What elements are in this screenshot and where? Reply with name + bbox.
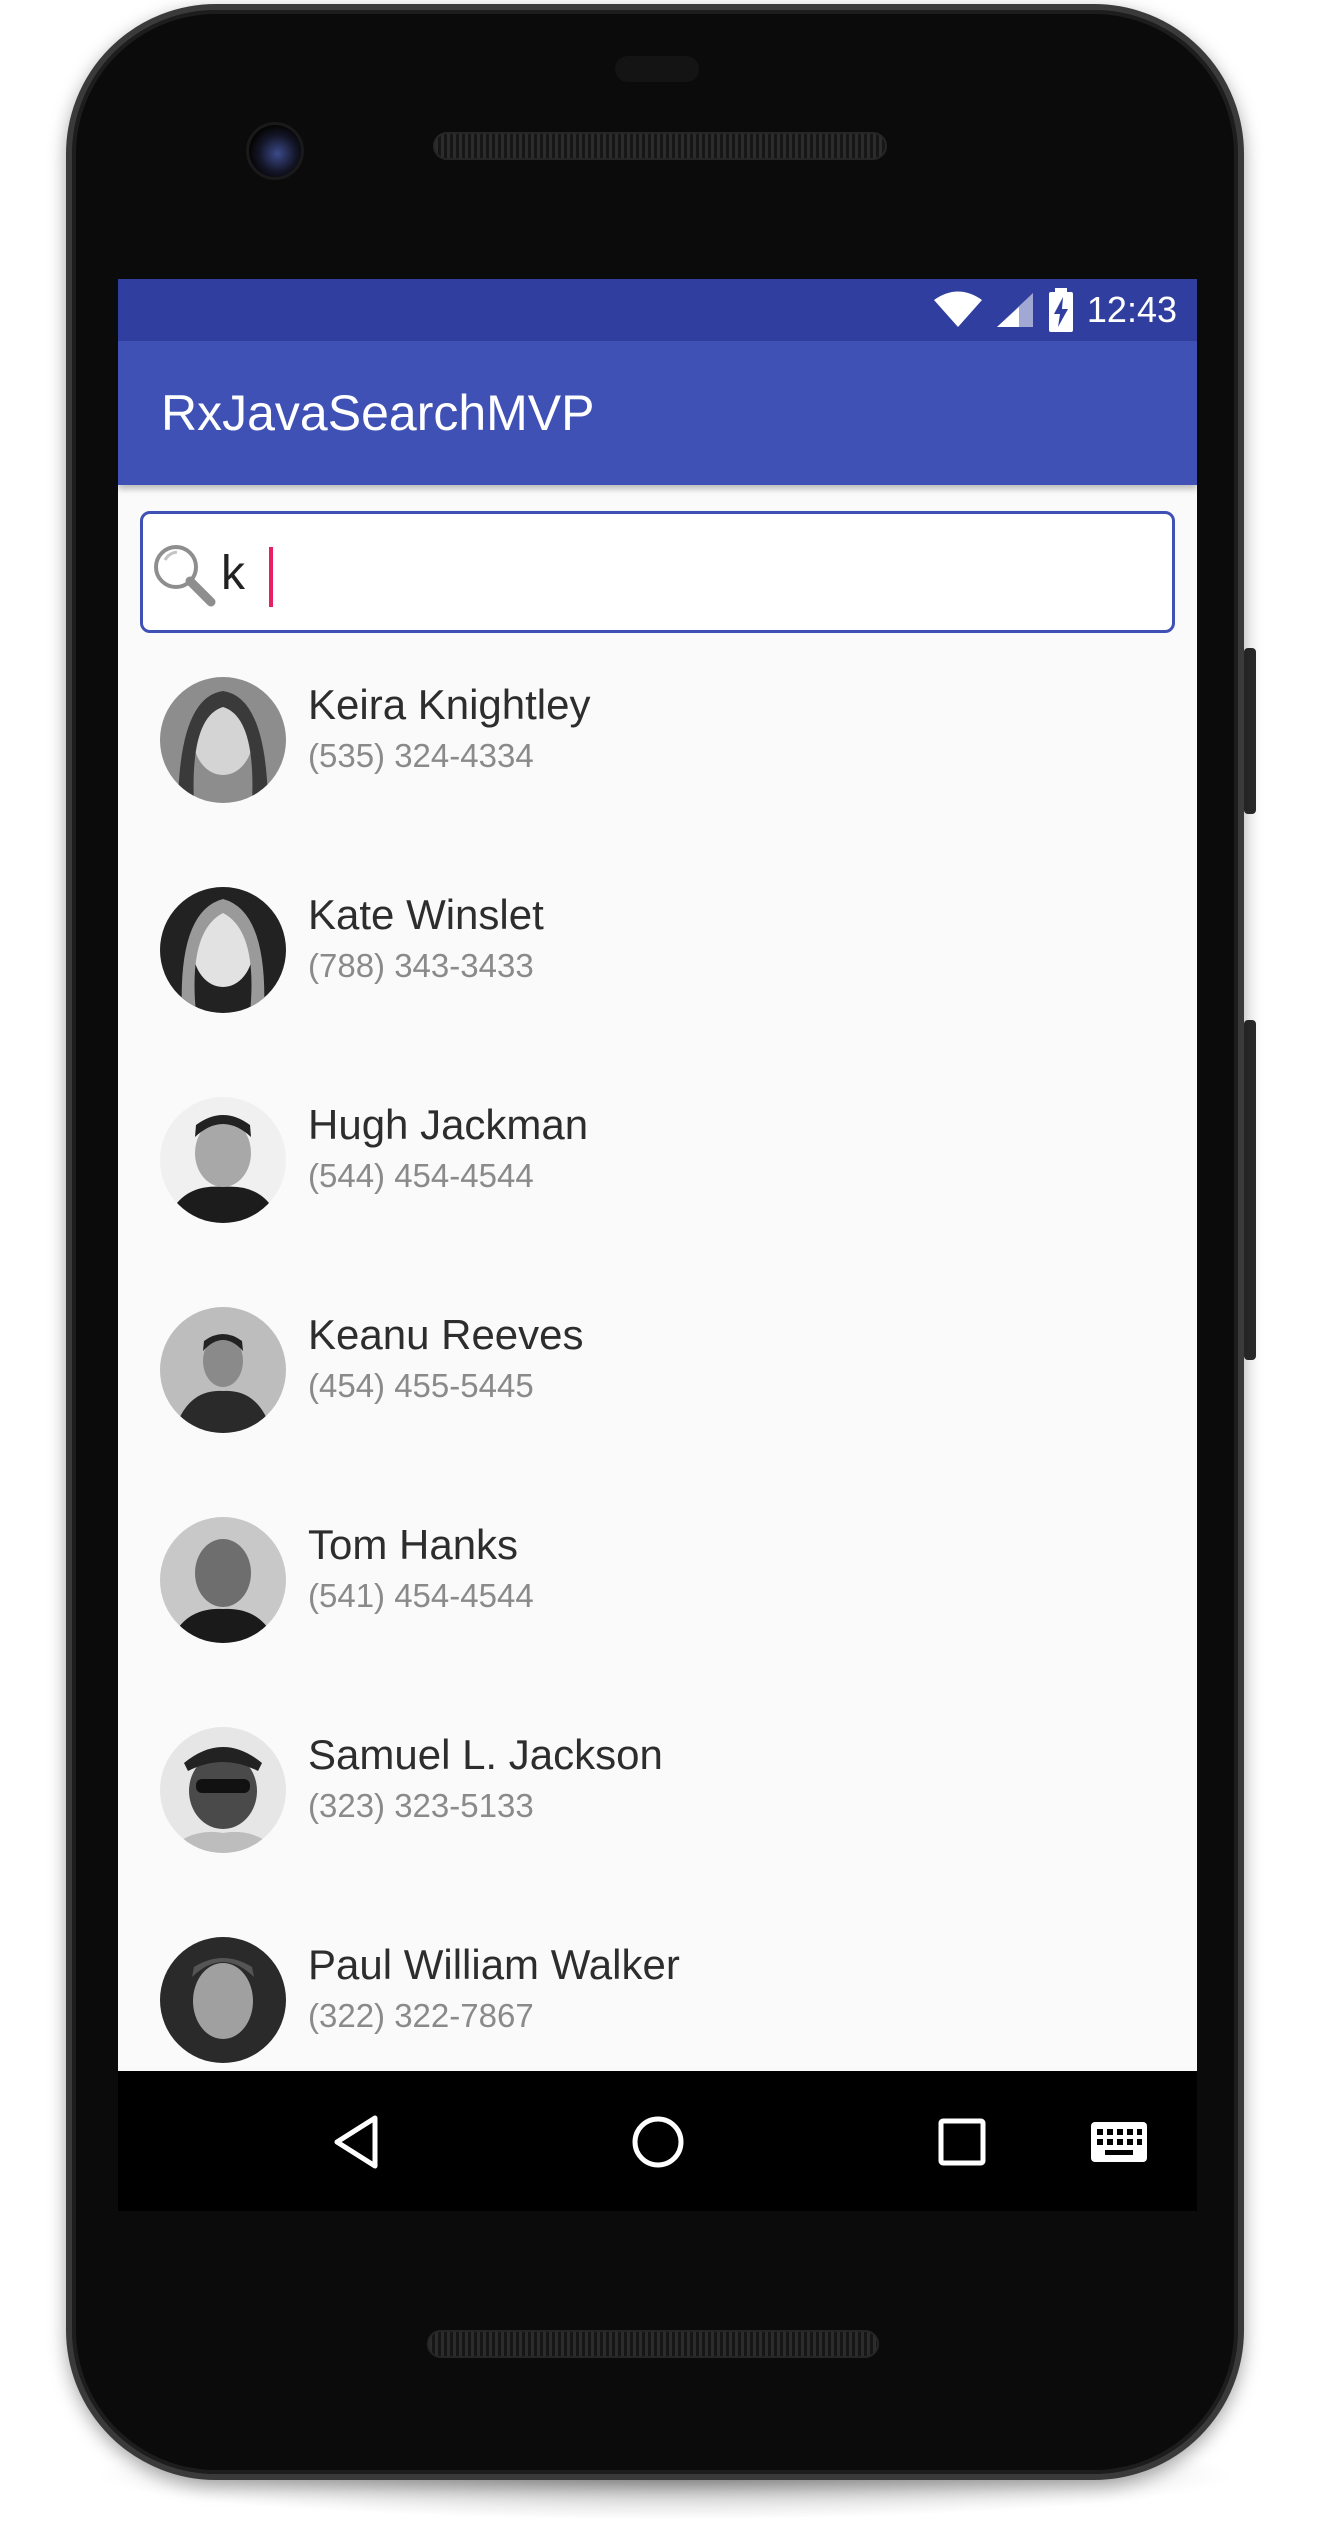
- avatar: [160, 1727, 286, 1853]
- contact-name: Tom Hanks: [308, 1521, 519, 1568]
- square-recents-icon: [938, 2118, 986, 2166]
- front-camera: [246, 122, 304, 180]
- keyboard-icon: [1091, 2122, 1147, 2162]
- contact-phone: (541) 454-4544: [308, 1577, 534, 1614]
- avatar: [160, 887, 286, 1013]
- status-time: 12:43: [1086, 289, 1177, 330]
- avatar: [160, 677, 286, 803]
- contact-name: Kate Winslet: [308, 891, 544, 938]
- circle-home-icon: [632, 2116, 684, 2168]
- bottom-speaker: [427, 2330, 879, 2358]
- text-cursor: [269, 547, 273, 607]
- list-item[interactable]: Paul William Walker (322) 322-7867: [118, 1935, 1197, 2071]
- list-item[interactable]: Tom Hanks (541) 454-4544: [118, 1515, 1197, 1725]
- navigation-bar: [118, 2071, 1197, 2211]
- search-box[interactable]: [140, 511, 1175, 633]
- app-bar: RxJavaSearchMVP: [118, 341, 1197, 485]
- proximity-sensor: [615, 56, 699, 82]
- list-item[interactable]: Keira Knightley (535) 324-4334: [118, 675, 1197, 885]
- list-item[interactable]: Keanu Reeves (454) 455-5445: [118, 1305, 1197, 1515]
- keyboard-button[interactable]: [1084, 2107, 1154, 2177]
- power-button: [1244, 1020, 1256, 1360]
- list-item[interactable]: Kate Winslet (788) 343-3433: [118, 885, 1197, 1095]
- avatar: [160, 1937, 286, 2063]
- list-item[interactable]: Hugh Jackman (544) 454-4544: [118, 1095, 1197, 1305]
- top-speaker: [433, 132, 887, 160]
- home-button[interactable]: [623, 2107, 693, 2177]
- contact-phone: (535) 324-4334: [308, 737, 534, 774]
- avatar: [160, 1097, 286, 1223]
- cellular-signal-icon: [996, 293, 1033, 327]
- status-bar: 12:43: [118, 279, 1197, 341]
- app-screen: 12:43 RxJavaSearchMVP Keira Knightley (5…: [118, 279, 1197, 2071]
- contact-phone: (323) 323-5133: [308, 1787, 534, 1824]
- contact-phone: (544) 454-4544: [308, 1157, 534, 1194]
- contact-phone: (322) 322-7867: [308, 1997, 534, 2034]
- battery-charging-icon: [1048, 288, 1073, 332]
- back-button[interactable]: [321, 2107, 391, 2177]
- search-icon: [154, 545, 216, 607]
- contact-name: Paul William Walker: [308, 1941, 680, 1988]
- contact-name: Samuel L. Jackson: [308, 1731, 663, 1778]
- triangle-back-icon: [334, 2115, 378, 2169]
- app-title: RxJavaSearchMVP: [161, 385, 595, 441]
- search-input[interactable]: [221, 528, 1121, 618]
- contact-phone: (454) 455-5445: [308, 1367, 534, 1404]
- wifi-icon: [933, 291, 982, 327]
- avatar: [160, 1517, 286, 1643]
- contact-list: Keira Knightley (535) 324-4334 Kate Wins…: [118, 675, 1197, 2071]
- list-item[interactable]: Samuel L. Jackson (323) 323-5133: [118, 1725, 1197, 1935]
- avatar: [160, 1307, 286, 1433]
- contact-phone: (788) 343-3433: [308, 947, 534, 984]
- contact-name: Keanu Reeves: [308, 1311, 584, 1358]
- recents-button[interactable]: [927, 2107, 997, 2177]
- contact-name: Keira Knightley: [308, 681, 591, 728]
- contact-name: Hugh Jackman: [308, 1101, 589, 1148]
- volume-button: [1244, 648, 1256, 814]
